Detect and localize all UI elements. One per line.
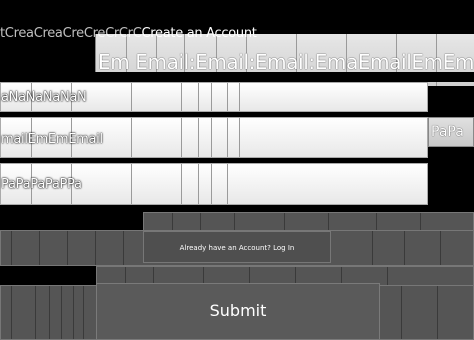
name-label: aNaNaNaNaN [1, 90, 87, 105]
gray-cell [11, 286, 36, 339]
field-cell [211, 164, 228, 204]
gray-cell [95, 231, 124, 265]
field-cell [198, 83, 212, 111]
email-header: Em Email:Email:Email:EmaEmailEmEm [98, 50, 474, 74]
gray-cell [67, 231, 96, 265]
field-cell [131, 118, 182, 157]
gray-cell [376, 213, 421, 231]
field-cell [227, 83, 240, 111]
field-cell [198, 118, 212, 157]
email-field[interactable]: mailEmEmEmail [0, 117, 428, 158]
password-label: PaPaPaPaPPa [1, 177, 82, 192]
gray-cell [200, 213, 235, 231]
gray-cell [328, 213, 377, 231]
field-cell [181, 83, 199, 111]
field-cell [211, 83, 228, 111]
field-cell [198, 164, 212, 204]
gray-cell [234, 213, 285, 231]
gray-cell [381, 286, 402, 339]
stacked-button-ghost [143, 212, 474, 232]
gray-cell [73, 286, 84, 339]
field-cell [181, 164, 199, 204]
password-field[interactable]: PaPaPaPaPPa [0, 163, 428, 205]
submit-button[interactable]: Submit [96, 283, 380, 340]
login-link[interactable]: Already have an Account? Log In [143, 231, 331, 263]
title-echo: tCreaCreaCreCreCrCrC [0, 26, 142, 41]
field-cell [181, 118, 199, 157]
gray-cell [39, 231, 68, 265]
gray-cell [144, 213, 173, 231]
title-text: Create an Account [141, 26, 257, 41]
gray-cell [172, 213, 201, 231]
field-cell [227, 118, 240, 157]
gray-cell [35, 286, 50, 339]
field-cell [131, 83, 182, 111]
email-header-echo: Em Email:Email:Email:EmaEmailEmEm [98, 50, 474, 74]
gray-cell [372, 231, 405, 265]
field-cell [211, 118, 228, 157]
right-strip: PaPa [428, 117, 474, 147]
page-title: tCreaCreaCreCreCrCrCCreate an Account [0, 25, 320, 43]
right-strip-text: PaPa [431, 124, 464, 140]
email-label: mailEmEmEmail [1, 132, 103, 147]
gray-cell [284, 213, 329, 231]
gray-cell [332, 231, 373, 265]
gray-cell [11, 231, 40, 265]
name-field[interactable]: aNaNaNaNaN [0, 82, 428, 112]
field-cell [131, 164, 182, 204]
gray-cell [401, 286, 438, 339]
separator [0, 72, 474, 82]
gray-cell [404, 231, 441, 265]
